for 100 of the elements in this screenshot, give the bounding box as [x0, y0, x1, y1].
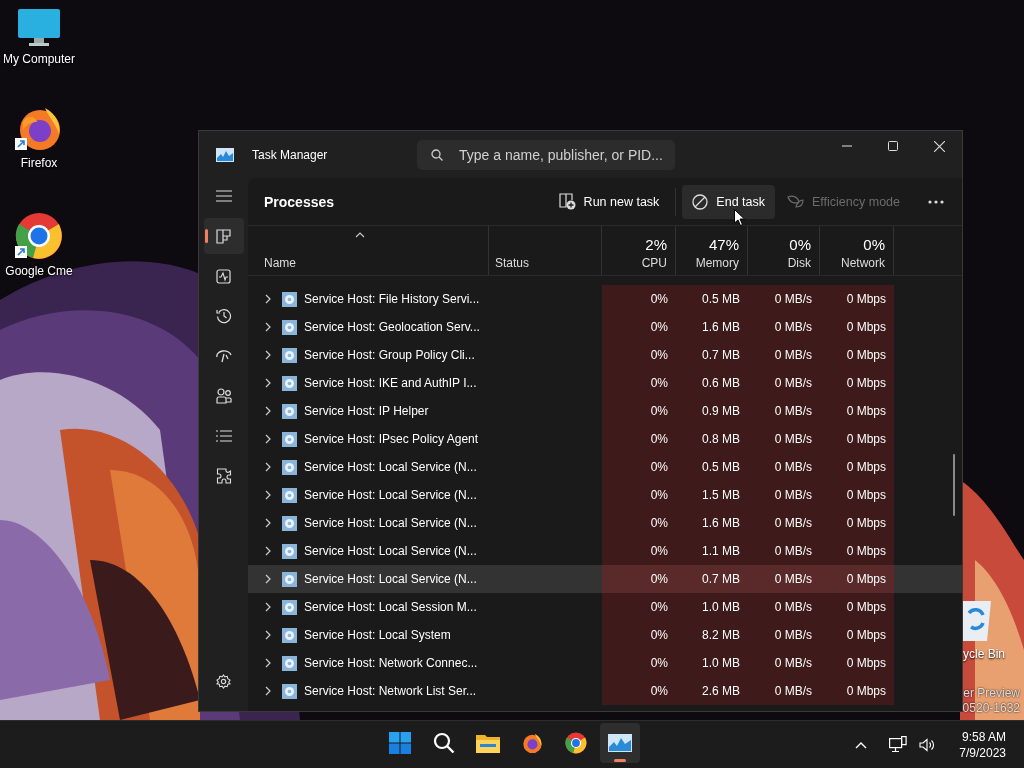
- process-row[interactable]: Service Host: Group Policy Cli... 0% 0.7 MB 0 MB/s 0 Mbps: [248, 341, 962, 369]
- table-cell: 0 MB/s: [774, 656, 812, 670]
- table-cell: 0 Mbps: [846, 320, 886, 334]
- column-header[interactable]: Status: [495, 256, 594, 270]
- process-row[interactable]: Service Host: Local Service (N... 0% 0.5 MB 0 MB/s 0 Mbps: [248, 453, 962, 481]
- table-cell: 0 Mbps: [846, 376, 886, 390]
- table-cell: 1.1 MB: [702, 544, 740, 558]
- sort-up-icon[interactable]: [355, 232, 365, 238]
- process-row[interactable]: Service Host: Local Service (N... 0% 0.7 MB 0 MB/s 0 Mbps: [248, 565, 962, 593]
- process-name: Service Host: Local Session M...: [304, 600, 477, 614]
- chrome-icon[interactable]: [15, 212, 63, 260]
- table-cell: 0.7 MB: [702, 348, 740, 362]
- column-header[interactable]: Name: [264, 256, 481, 270]
- expand-chevron-icon[interactable]: [265, 462, 271, 472]
- expand-chevron-icon[interactable]: [265, 686, 271, 696]
- expand-chevron-icon[interactable]: [265, 602, 271, 612]
- processes-nav-button[interactable]: [203, 218, 244, 254]
- expand-chevron-icon[interactable]: [265, 546, 271, 556]
- table-cell: 0 Mbps: [846, 516, 886, 530]
- gear-icon: [282, 291, 297, 307]
- gear-icon: [282, 571, 297, 587]
- process-row[interactable]: Service Host: Local System 0% 8.2 MB 0 MB/s 0 Mbps: [248, 621, 962, 649]
- table-cell: 0 MB/s: [774, 404, 812, 418]
- prohibited-icon: [692, 193, 709, 210]
- desktop-icon-label[interactable]: My Computer: [3, 52, 75, 66]
- process-name: Service Host: Geolocation Serv...: [304, 320, 480, 334]
- table-cell: 0.5 MB: [702, 292, 740, 306]
- table-cell: 0%: [650, 628, 668, 642]
- process-name: Service Host: Local Service (N...: [304, 544, 477, 558]
- table-cell: 0 Mbps: [846, 656, 886, 670]
- process-name: Service Host: Network Connec...: [304, 656, 478, 670]
- process-row[interactable]: Service Host: IKE and AuthIP I... 0% 0.6 MB 0 MB/s 0 Mbps: [248, 369, 962, 397]
- gear-icon: [282, 347, 297, 363]
- column-total: 0%: [863, 236, 885, 253]
- leaf-icon: [787, 194, 804, 209]
- process-row[interactable]: Service Host: IPsec Policy Agent 0% 0.8 MB 0 MB/s 0 Mbps: [248, 425, 962, 453]
- clock-button[interactable]: 9:58 AM 7/9/2023: [959, 728, 1006, 761]
- table-cell: 0 MB/s: [774, 348, 812, 362]
- monitor-icon[interactable]: [17, 8, 61, 48]
- search-field[interactable]: Type a name, publisher, or PID...: [417, 139, 675, 170]
- process-row[interactable]: Service Host: File History Servi... 0% 0.5 MB 0 MB/s 0 Mbps: [248, 285, 962, 313]
- menu-icon: [215, 190, 232, 202]
- table-cell: 1.0 MB: [702, 656, 740, 670]
- table-cell: 0 Mbps: [846, 572, 886, 586]
- grid-icon: [216, 228, 231, 244]
- speaker-icon[interactable]: [919, 737, 936, 752]
- network-icon[interactable]: [889, 736, 908, 753]
- expand-chevron-icon[interactable]: [265, 378, 271, 388]
- expand-chevron-icon[interactable]: [265, 518, 271, 528]
- process-row[interactable]: Service Host: Local Service (N... 0% 1.5 MB 0 MB/s 0 Mbps: [248, 481, 962, 509]
- gear-icon: [282, 515, 297, 531]
- process-row[interactable]: Service Host: Network List Ser... 0% 2.6 MB 0 MB/s 0 Mbps: [248, 677, 962, 705]
- process-row[interactable]: Service Host: Local Service (N... 0% 1.1 MB 0 MB/s 0 Mbps: [248, 537, 962, 565]
- column-header[interactable]: Memory: [695, 256, 739, 270]
- maximize-icon: [888, 141, 898, 151]
- column-header[interactable]: Disk: [787, 256, 811, 270]
- expand-chevron-icon[interactable]: [265, 658, 271, 668]
- chevron-up-icon[interactable]: [855, 740, 868, 749]
- end-task-button[interactable]: End task: [682, 184, 775, 219]
- process-row[interactable]: Service Host: Network Connec... 0% 1.0 MB 0 MB/s 0 Mbps: [248, 649, 962, 677]
- desktop-icon-label[interactable]: Google Cme: [5, 264, 73, 278]
- table-cell: 0 MB/s: [774, 432, 812, 446]
- process-row[interactable]: Service Host: IP Helper 0% 0.9 MB 0 MB/s 0 Mbps: [248, 397, 962, 425]
- column-header[interactable]: CPU: [641, 256, 667, 270]
- expand-chevron-icon[interactable]: [265, 406, 271, 416]
- table-cell: 0%: [650, 488, 668, 502]
- list-icon: [215, 430, 232, 442]
- minimize-icon: [842, 145, 852, 147]
- chart-icon: [608, 734, 632, 752]
- expand-chevron-icon[interactable]: [265, 434, 271, 444]
- firefox-icon: [521, 732, 543, 754]
- table-cell: 0 Mbps: [846, 348, 886, 362]
- table-cell: 0.5 MB: [702, 460, 740, 474]
- gear-icon: [282, 627, 297, 643]
- expand-chevron-icon[interactable]: [265, 630, 271, 640]
- table-cell: 0%: [650, 460, 668, 474]
- window-title: Task Manager: [252, 147, 329, 162]
- table-cell: 0 MB/s: [774, 488, 812, 502]
- expand-chevron-icon[interactable]: [265, 322, 271, 332]
- table-cell: 0 Mbps: [846, 488, 886, 502]
- table-cell: 0%: [650, 600, 668, 614]
- settings-icon: [216, 673, 231, 689]
- expand-chevron-icon[interactable]: [265, 574, 271, 584]
- table-cell: 1.6 MB: [702, 516, 740, 530]
- run-new-task-button[interactable]: Run new task: [548, 184, 670, 219]
- table-cell: 0%: [650, 404, 668, 418]
- process-row[interactable]: Service Host: Local Service (N... 0% 1.6 MB 0 MB/s 0 Mbps: [248, 509, 962, 537]
- build-watermark-text: er Preview: [963, 686, 1020, 700]
- column-header[interactable]: Network: [841, 256, 885, 270]
- desktop-icon-label[interactable]: Firefox: [20, 156, 58, 170]
- process-row[interactable]: Service Host: Geolocation Serv... 0% 1.6 MB 0 MB/s 0 Mbps: [248, 313, 962, 341]
- expand-chevron-icon[interactable]: [265, 490, 271, 500]
- process-row[interactable]: Service Host: Local Session M... 0% 1.0 MB 0 MB/s 0 Mbps: [248, 593, 962, 621]
- search-icon: [431, 148, 443, 161]
- taskmanager-taskbar-button[interactable]: [600, 723, 640, 763]
- expand-chevron-icon[interactable]: [265, 350, 271, 360]
- expand-chevron-icon[interactable]: [265, 294, 271, 304]
- scrollbar-thumb[interactable]: [953, 454, 955, 516]
- search-icon: [433, 732, 455, 754]
- table-cell: 0%: [650, 292, 668, 306]
